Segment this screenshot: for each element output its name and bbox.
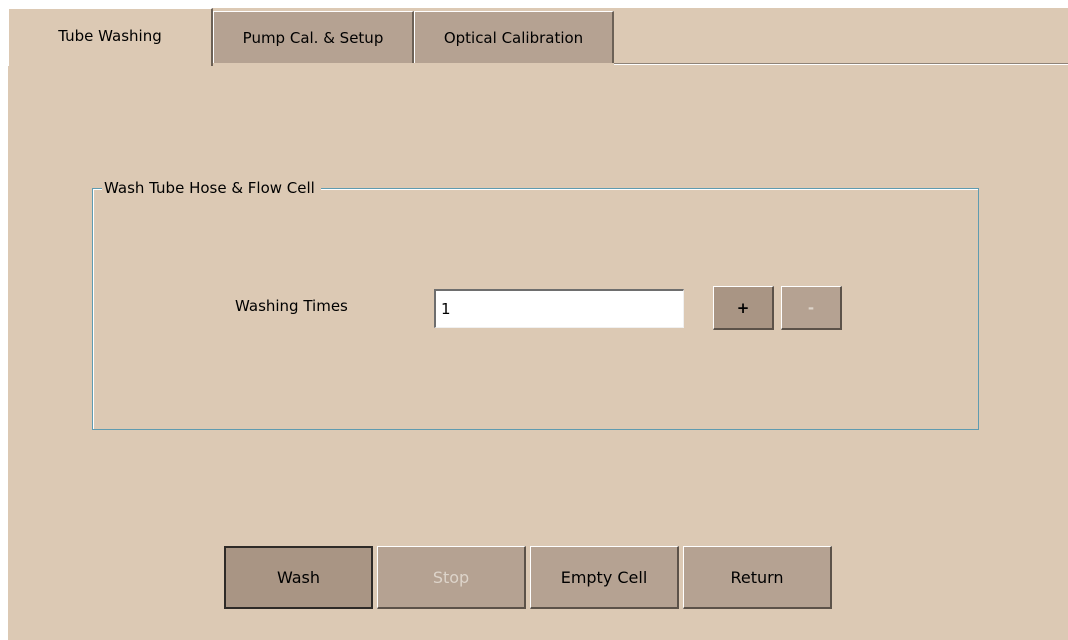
empty-cell-button[interactable]: Empty Cell — [530, 546, 679, 609]
tab-optical-calibration[interactable]: Optical Calibration — [414, 11, 614, 63]
decrement-button[interactable]: - — [781, 286, 842, 330]
tab-strip-highlight — [614, 64, 1068, 65]
washing-times-input[interactable] — [434, 289, 684, 328]
groupbox-title: Wash Tube Hose & Flow Cell — [102, 177, 321, 199]
stop-button[interactable]: Stop — [377, 546, 526, 609]
return-button[interactable]: Return — [683, 546, 832, 609]
tab-pump-cal-setup[interactable]: Pump Cal. & Setup — [213, 11, 414, 63]
tab-tube-washing[interactable]: Tube Washing — [8, 8, 213, 66]
washing-times-label: Washing Times — [235, 297, 348, 315]
wash-button[interactable]: Wash — [224, 546, 373, 609]
increment-button[interactable]: + — [713, 286, 774, 330]
